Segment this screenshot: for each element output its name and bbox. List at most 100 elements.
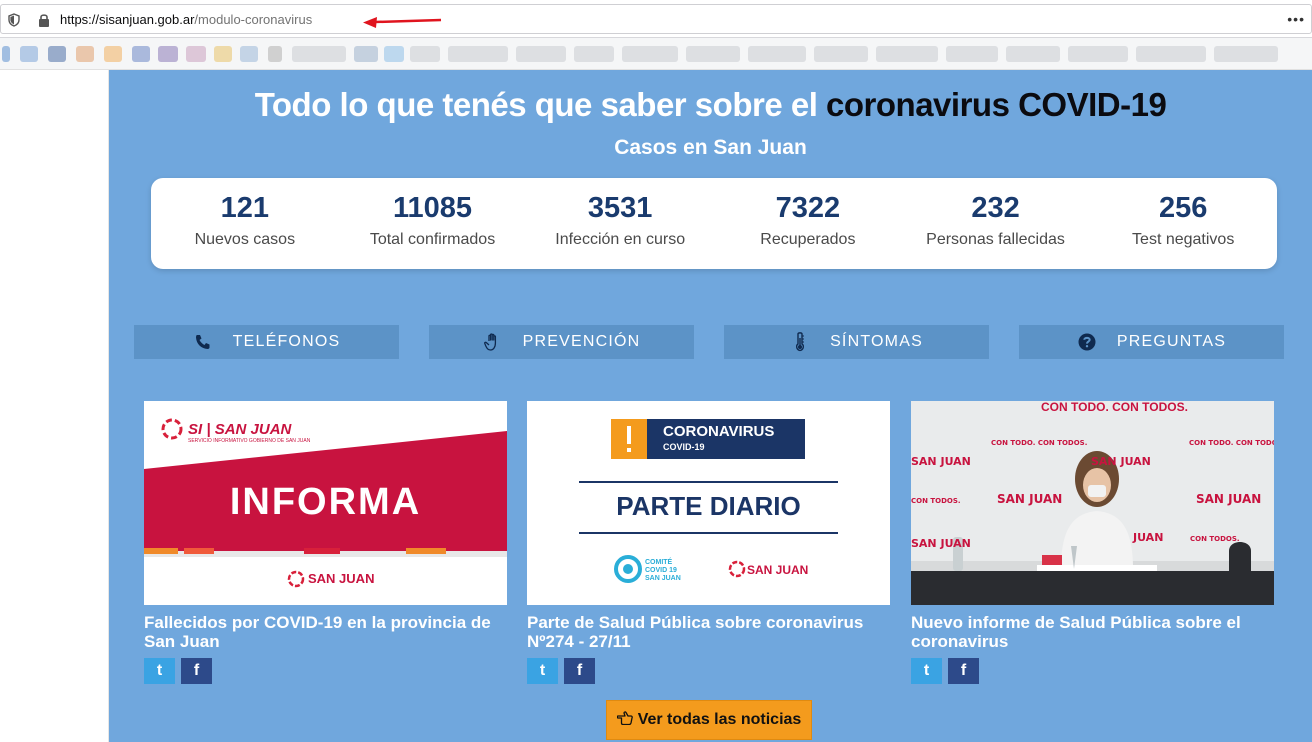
stat-deceased: 232 Personas fallecidas — [902, 178, 1090, 269]
bookmark-item[interactable] — [354, 46, 378, 62]
bookmark-item[interactable] — [186, 46, 206, 62]
news-card[interactable]: SI | SAN JUAN SERVICIO INFORMATIVO GOBIE… — [144, 401, 507, 684]
svg-text:JUAN: JUAN — [1132, 531, 1163, 544]
bookmark-item[interactable] — [814, 46, 868, 62]
bookmark-item[interactable] — [20, 46, 38, 62]
url-text: https://sisanjuan.gob.ar/modulo-coronavi… — [60, 12, 312, 27]
facebook-icon: f — [576, 662, 583, 679]
bookmark-item[interactable] — [1068, 46, 1128, 62]
news-card[interactable]: CON TODO. CON TODOS. CON TODO. CON TODOS… — [911, 401, 1274, 684]
hand-icon — [483, 332, 503, 352]
bookmark-item[interactable] — [410, 46, 440, 62]
facebook-share-button[interactable]: f — [181, 658, 212, 684]
red-arrow-annotation-icon — [363, 17, 442, 28]
stat-value: 232 — [971, 192, 1020, 224]
news-card[interactable]: CORONAVIRUS COVID-19 PARTE DIARIO COMITÉ… — [527, 401, 890, 684]
bookmark-item[interactable] — [214, 46, 232, 62]
bookmark-item[interactable] — [574, 46, 614, 62]
svg-text:SAN JUAN: SAN JUAN — [1196, 492, 1261, 506]
page-subtitle: Casos en San Juan — [614, 136, 807, 159]
bookmark-item[interactable] — [876, 46, 938, 62]
preguntas-label: PREGUNTAS — [1116, 333, 1227, 350]
stat-negative-tests: 256 Test negativos — [1089, 178, 1277, 269]
svg-text:SAN JUAN: SAN JUAN — [911, 537, 971, 550]
stat-recovered: 7322 Recuperados — [714, 178, 902, 269]
san-juan-footer-logo: SAN JUAN — [747, 563, 809, 577]
twitter-share-button[interactable]: t — [144, 658, 175, 684]
stat-value: 256 — [1159, 192, 1208, 224]
sintomas-button[interactable]: SÍNTOMAS — [724, 325, 989, 359]
page-title-highlight: coronavirus COVID-19 — [826, 86, 1167, 123]
bookmark-item[interactable] — [268, 46, 282, 62]
twitter-icon: t — [539, 662, 546, 679]
twitter-share-button[interactable]: t — [911, 658, 942, 684]
covid-banner-subtext: COVID-19 — [663, 442, 705, 452]
share-buttons: t f — [911, 658, 1274, 684]
stat-label: Test negativos — [1132, 231, 1235, 248]
bookmark-item[interactable] — [104, 46, 122, 62]
shield-icon[interactable] — [7, 13, 21, 27]
bookmark-item[interactable] — [48, 46, 66, 62]
bookmark-item[interactable] — [748, 46, 806, 62]
stat-label: Recuperados — [760, 231, 856, 248]
news-card-image[interactable]: CORONAVIRUS COVID-19 PARTE DIARIO COMITÉ… — [527, 401, 890, 605]
stat-label: Nuevos casos — [194, 231, 296, 248]
bookmark-item[interactable] — [76, 46, 94, 62]
stat-value: 121 — [220, 192, 270, 224]
bookmark-item[interactable] — [240, 46, 258, 62]
bookmark-item[interactable] — [1136, 46, 1206, 62]
bookmark-item[interactable] — [946, 46, 998, 62]
bookmark-item[interactable] — [384, 46, 404, 62]
facebook-share-button[interactable]: f — [564, 658, 595, 684]
svg-text:CON TODO. CON TODOS.: CON TODO. CON TODOS. — [991, 439, 1087, 447]
bookmark-item[interactable] — [292, 46, 346, 62]
stat-value: 7322 — [775, 192, 841, 224]
phone-icon — [193, 332, 213, 352]
bookmark-item[interactable] — [132, 46, 150, 62]
stat-total-confirmed: 11085 Total confirmados — [339, 178, 527, 269]
news-card-image[interactable]: SI | SAN JUAN SERVICIO INFORMATIVO GOBIE… — [144, 401, 507, 605]
stats-panel: 121 Nuevos casos 11085 Total confirmados… — [151, 178, 1277, 269]
lock-icon[interactable] — [37, 12, 51, 28]
thermometer-icon — [790, 332, 810, 352]
bookmark-item[interactable] — [448, 46, 508, 62]
news-card-image[interactable]: CON TODO. CON TODOS. CON TODO. CON TODOS… — [911, 401, 1274, 605]
twitter-share-button[interactable]: t — [527, 658, 558, 684]
prevencion-label: PREVENCIÓN — [522, 333, 641, 350]
svg-text:CON TODOS.: CON TODOS. — [911, 497, 961, 505]
bookmark-item[interactable] — [622, 46, 678, 62]
si-sanjuan-sublogo: SERVICIO INFORMATIVO GOBIERNO DE SAN JUA… — [188, 438, 311, 444]
comite-logo-text: COMITÉ COVID 19 SAN JUAN — [645, 559, 681, 582]
bookmark-item[interactable] — [158, 46, 178, 62]
news-card-title[interactable]: Nuevo informe de Salud Pública sobre el … — [911, 613, 1274, 651]
bookmark-item[interactable] — [686, 46, 740, 62]
banner-slogan: CON TODO. CON TODOS. — [1041, 401, 1188, 414]
bookmark-item[interactable] — [2, 46, 10, 62]
bookmark-item[interactable] — [1006, 46, 1060, 62]
page-left-margin — [0, 70, 109, 742]
svg-text:SAN JUAN: SAN JUAN — [997, 492, 1062, 506]
stat-label: Total confirmados — [369, 231, 496, 248]
press-conference-photo: CON TODO. CON TODOS. CON TODO. CON TODOS… — [911, 401, 1274, 605]
twitter-icon: t — [156, 662, 163, 679]
url-host: https://sisanjuan.gob.ar — [60, 12, 195, 27]
covid-module: Todo lo que tenés que saber sobre el cor… — [109, 70, 1312, 742]
telefonos-button[interactable]: TELÉFONOS — [134, 325, 399, 359]
bookmark-item[interactable] — [516, 46, 566, 62]
news-card-title[interactable]: Fallecidos por COVID-19 en la provincia … — [144, 613, 507, 651]
stat-label: Infección en curso — [555, 231, 686, 248]
facebook-share-button[interactable]: f — [948, 658, 979, 684]
preguntas-button[interactable]: PREGUNTAS — [1019, 325, 1284, 359]
san-juan-footer-logo: SAN JUAN — [308, 571, 375, 586]
bookmark-item[interactable] — [1214, 46, 1278, 62]
page-actions-menu[interactable]: ••• — [1287, 11, 1305, 27]
address-field[interactable]: https://sisanjuan.gob.ar/modulo-coronavi… — [0, 4, 1312, 34]
news-card-title[interactable]: Parte de Salud Pública sobre coronavirus… — [527, 613, 890, 651]
share-buttons: t f — [144, 658, 507, 684]
svg-text:SAN JUAN: SAN JUAN — [1091, 455, 1151, 468]
ver-todas-noticias-button[interactable]: Ver todas las noticias — [606, 700, 812, 740]
informa-text: INFORMA — [229, 481, 422, 523]
facebook-icon: f — [193, 662, 200, 679]
prevencion-button[interactable]: PREVENCIÓN — [429, 325, 694, 359]
stat-value: 3531 — [587, 192, 653, 224]
